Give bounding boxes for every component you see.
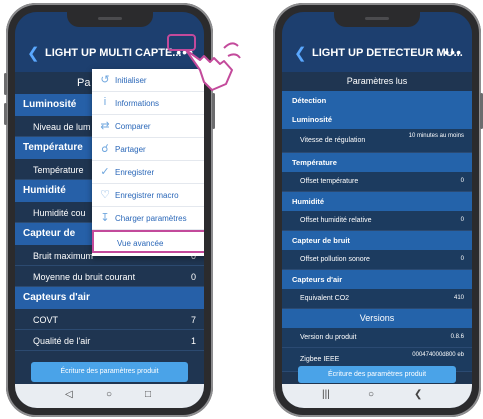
section-header: Détection — [282, 91, 472, 110]
list-item[interactable]: Offset pollution sonore 0 — [282, 250, 472, 270]
list-item[interactable]: Qualité de l'air 1 — [15, 330, 204, 351]
download-icon: ↧ — [100, 212, 110, 224]
check-icon: ✓ — [100, 166, 110, 178]
section-header: Luminosité — [282, 110, 472, 129]
list-item[interactable]: Offset humidité relative 0 — [282, 211, 472, 231]
pointing-hand-icon — [185, 42, 241, 91]
menu-item-charger-parametres[interactable]: ↧ Charger paramètres — [92, 207, 204, 230]
notch — [334, 12, 420, 27]
back-icon[interactable]: ❮ — [27, 44, 40, 62]
list-item[interactable]: Equivalent CO2 410 — [282, 289, 472, 309]
back-nav-icon[interactable]: ◁ — [65, 389, 73, 400]
list-item[interactable]: Vitesse de régulation 10 minutes au moins — [282, 129, 472, 153]
overflow-menu: ↺ Initialiser i Informations ⇄ Comparer ☌ Pa… — [92, 69, 204, 256]
list-item[interactable]: Moyenne du bruit courant 0 — [15, 266, 204, 287]
read-parameters-list: Paramètres lus Détection Luminosité Vite… — [282, 72, 472, 372]
subtitle: Paramètres lus — [346, 76, 408, 86]
page-title: LIGHT UP DETECTEUR MU... — [312, 47, 463, 59]
home-nav-icon[interactable]: ○ — [368, 389, 374, 400]
section-header: Température — [282, 153, 472, 172]
recents-nav-icon[interactable]: ||| — [322, 389, 330, 400]
right-screen: ❮ LIGHT UP DETECTEUR MU... ••• Paramètre… — [282, 12, 472, 408]
android-nav-bar: ||| ○ ❮ — [282, 384, 472, 408]
section-header: Capteurs d'air — [15, 287, 204, 309]
refresh-icon: ↺ — [100, 74, 110, 86]
right-phone: ❮ LIGHT UP DETECTEUR MU... ••• Paramètre… — [273, 3, 483, 417]
list-item[interactable]: Offset température 0 — [282, 172, 472, 192]
menu-item-enregistrer[interactable]: ✓ Enregistrer — [92, 161, 204, 184]
menu-item-comparer[interactable]: ⇄ Comparer — [92, 115, 204, 138]
back-nav-icon[interactable]: ❮ — [414, 389, 422, 400]
share-icon: ☌ — [101, 143, 109, 155]
section-header: Humidité — [282, 192, 472, 211]
list-item[interactable]: COVT 7 — [15, 309, 204, 330]
menu-item-partager[interactable]: ☌ Partager — [92, 138, 204, 161]
write-parameters-button[interactable]: Écriture des paramètres produit — [31, 362, 188, 382]
home-nav-icon[interactable]: ○ — [106, 389, 112, 400]
list-item[interactable]: Version du produit 0.8.6 — [282, 328, 472, 348]
compare-icon: ⇄ — [100, 120, 110, 132]
notch — [66, 12, 153, 27]
android-nav-bar: ◁ ○ □ — [15, 384, 204, 408]
section-header: Capteur de bruit — [282, 231, 472, 250]
menu-item-vue-avancee[interactable]: Vue avancée — [92, 230, 204, 253]
page-title: LIGHT UP MULTI CAPTE... — [45, 47, 182, 59]
recents-nav-icon[interactable]: □ — [145, 389, 151, 400]
back-icon[interactable]: ❮ — [294, 44, 307, 62]
left-screen: ❮ LIGHT UP MULTI CAPTE... ••• Pa Luminos… — [15, 12, 204, 408]
section-header: Capteurs d'air — [282, 270, 472, 289]
more-menu-button[interactable]: ••• — [444, 44, 462, 60]
power-button — [212, 93, 215, 129]
stage: ❮ LIGHT UP MULTI CAPTE... ••• Pa Luminos… — [0, 0, 483, 419]
versions-header: Versions — [282, 309, 472, 328]
volume-button — [4, 103, 7, 125]
write-parameters-button[interactable]: Écriture des paramètres produit — [298, 366, 456, 383]
volume-button — [4, 73, 7, 95]
menu-item-enregistrer-macro[interactable]: ♡ Enregistrer macro — [92, 184, 204, 207]
heart-icon: ♡ — [100, 189, 110, 201]
info-icon: i — [103, 96, 107, 108]
